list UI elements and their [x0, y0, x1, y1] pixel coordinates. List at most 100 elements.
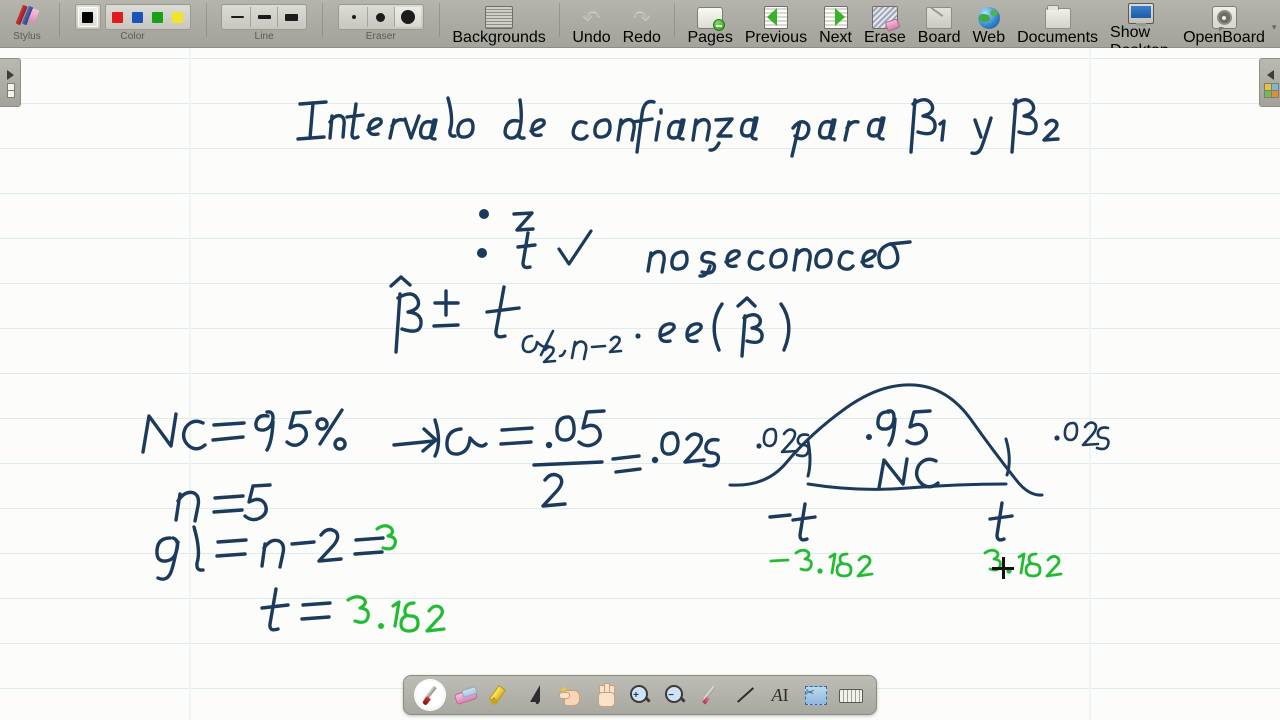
board-label: Board: [917, 29, 961, 46]
backgrounds-button[interactable]: Backgrounds: [446, 0, 551, 48]
erase-page-button[interactable]: Erase: [858, 0, 912, 48]
pages-label: Pages: [687, 29, 733, 46]
eraser-size-large[interactable]: [394, 7, 421, 27]
library-tab[interactable]: [1259, 58, 1280, 107]
color-swatch-green[interactable]: [148, 7, 168, 27]
undo-button[interactable]: ↶ Undo: [566, 0, 616, 48]
toolbar-separator: [673, 3, 675, 37]
toolbar-separator: [205, 3, 207, 37]
line-width-thin[interactable]: [224, 7, 252, 27]
toolbar-separator: [558, 3, 560, 37]
toolbar-group-stylus[interactable]: Stylus: [0, 0, 52, 48]
stylus-label: Stylus: [13, 31, 41, 42]
line-width-medium[interactable]: [251, 7, 279, 27]
text-a-icon: AI: [771, 685, 789, 705]
page-navigator-tab[interactable]: [0, 58, 21, 107]
annotate-tool-button[interactable]: [695, 680, 725, 710]
web-label: Web: [972, 29, 1006, 46]
pointing-hand-icon: ✦: [558, 683, 582, 707]
eraser-label: Eraser: [365, 31, 396, 42]
whiteboard-canvas[interactable]: Intervalo de confianza para β1 y β2 z t …: [0, 48, 1280, 720]
thin-pen-icon: [698, 683, 722, 707]
color-swatch-black[interactable]: [77, 7, 98, 27]
text-tool-button[interactable]: AI: [765, 680, 795, 710]
show-desktop-button[interactable]: Show Desktop: [1104, 0, 1177, 59]
bullet-dot: [477, 248, 487, 258]
undo-icon: ↶: [582, 6, 601, 29]
eraser-size-group[interactable]: [337, 4, 424, 30]
open-hand-icon: [593, 683, 617, 707]
pages-thumb-icon: [6, 82, 15, 98]
color-swatch-blue[interactable]: [128, 7, 148, 27]
line-tool-button[interactable]: [730, 680, 760, 710]
zoom-out-tool-button[interactable]: −: [660, 680, 690, 710]
line-width-group[interactable]: [221, 4, 308, 30]
next-label: Next: [819, 29, 852, 46]
documents-folder-icon: [1044, 5, 1071, 29]
board-mode-button[interactable]: Board: [912, 0, 967, 48]
openboard-gear-icon: [1211, 6, 1237, 32]
color-swatch-yellow[interactable]: [168, 7, 188, 27]
backgrounds-label: Backgrounds: [452, 29, 546, 46]
redo-button[interactable]: ↷ Redo: [617, 0, 667, 48]
crosshair-cursor: [992, 557, 1014, 579]
board-icon: [926, 7, 953, 29]
screen-capture-icon: ✂: [803, 683, 828, 707]
backgrounds-icon: [485, 6, 514, 29]
select-tool-button[interactable]: [520, 680, 550, 710]
line-width-thick[interactable]: [278, 7, 304, 27]
color-swatch-group-palette[interactable]: [104, 4, 191, 30]
web-mode-button[interactable]: Web: [966, 0, 1011, 48]
bullet-dot: [479, 209, 489, 219]
pen-tool-button[interactable]: [414, 680, 445, 710]
handwriting-layer: [141, 96, 1110, 633]
toolbar-group-line: Line: [213, 0, 315, 48]
magnifier-minus-icon: −: [663, 683, 687, 707]
color-swatch-group-primary[interactable]: [74, 4, 101, 30]
eraser-tool-button[interactable]: [450, 680, 480, 710]
openboard-menu-button[interactable]: OpenBoard: [1177, 0, 1269, 48]
redo-label: Redo: [622, 29, 661, 46]
zoom-in-tool-button[interactable]: +: [625, 680, 655, 710]
previous-label: Previous: [744, 29, 808, 46]
documents-mode-button[interactable]: Documents: [1011, 0, 1104, 48]
web-globe-icon: [977, 7, 1000, 29]
next-page-button[interactable]: Next: [813, 0, 858, 48]
documents-label: Documents: [1017, 29, 1099, 46]
toolbar-group-color: Color: [67, 0, 199, 48]
previous-page-icon: [763, 6, 788, 29]
toolbar-separator: [322, 3, 323, 37]
capture-tool-button[interactable]: ✂: [800, 680, 830, 710]
eraser-icon: [453, 683, 478, 707]
previous-page-button[interactable]: Previous: [739, 0, 813, 48]
arrow-cursor-icon: [523, 683, 547, 707]
laser-pointer-tool-button[interactable]: ✦: [555, 680, 585, 710]
stylus-icon: [12, 4, 42, 30]
toolbar-group-eraser: Eraser: [330, 0, 432, 48]
hand-tool-button[interactable]: [590, 680, 620, 710]
color-label: Color: [120, 31, 145, 42]
erase-page-icon: [871, 6, 898, 29]
bottom-tool-palette: ✦ + − AI ✂: [403, 675, 877, 715]
undo-label: Undo: [572, 29, 611, 46]
pen-icon: [418, 683, 442, 707]
openboard-label: OpenBoard: [1183, 29, 1265, 46]
chevron-down-icon[interactable]: ▾: [1272, 22, 1277, 33]
line-label: Line: [254, 31, 274, 42]
next-page-icon: [823, 6, 848, 29]
color-swatch-red[interactable]: [108, 7, 128, 27]
pages-button[interactable]: Pages: [681, 0, 738, 48]
chevron-right-icon: [6, 69, 14, 80]
virtual-keyboard-tool-button[interactable]: [835, 680, 865, 710]
marker-tool-button[interactable]: [485, 680, 515, 710]
redo-icon: ↷: [632, 6, 651, 29]
top-toolbar: Stylus Color Line Eraser Backgrounds ↶ U…: [0, 0, 1280, 59]
library-grid-icon: [1263, 82, 1279, 98]
eraser-size-small[interactable]: [341, 7, 368, 27]
erase-label: Erase: [863, 29, 906, 46]
eraser-size-medium[interactable]: [368, 7, 395, 27]
keyboard-icon: [838, 683, 864, 707]
toolbar-separator: [59, 3, 60, 37]
show-desktop-icon: [1127, 3, 1154, 26]
chevron-left-icon: [1266, 69, 1274, 80]
